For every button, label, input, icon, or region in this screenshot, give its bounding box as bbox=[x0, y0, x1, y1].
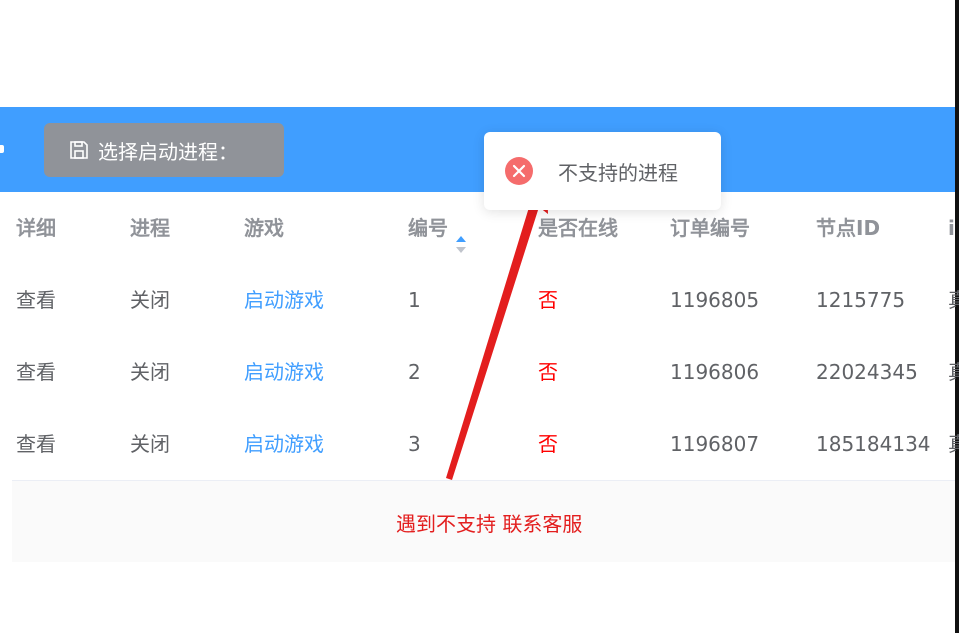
table-row: 查看 关闭 启动游戏 2 否 1196806 22024345 真 bbox=[12, 336, 959, 409]
detail-link[interactable]: 查看 bbox=[16, 408, 56, 480]
order-number: 1196806 bbox=[670, 360, 760, 384]
process-table: 详细 进程 游戏 编号 是否在线 订单编号 节点ID i 查看 关闭 启动游戏 … bbox=[12, 192, 959, 562]
error-toast: 不支持的进程 bbox=[484, 132, 721, 210]
row-extra: 真 bbox=[948, 288, 959, 312]
row-extra: 真 bbox=[948, 360, 959, 384]
order-number: 1196807 bbox=[670, 432, 760, 456]
select-process-label: 选择启动进程： bbox=[98, 139, 238, 164]
process-close[interactable]: 关闭 bbox=[130, 408, 170, 480]
node-id: 1215775 bbox=[816, 288, 906, 312]
process-close[interactable]: 关闭 bbox=[130, 336, 170, 408]
detail-link[interactable]: 查看 bbox=[16, 336, 56, 408]
toast-message: 不支持的进程 bbox=[558, 160, 678, 185]
header-node[interactable]: 节点ID bbox=[816, 192, 880, 264]
node-id: 22024345 bbox=[816, 360, 918, 384]
toolbar-edge-fragment bbox=[0, 145, 4, 153]
header-process[interactable]: 进程 bbox=[130, 192, 170, 264]
header-extra[interactable]: i bbox=[948, 192, 955, 264]
header-number[interactable]: 编号 bbox=[408, 192, 468, 264]
launch-game-link[interactable]: 启动游戏 bbox=[244, 264, 324, 336]
toolbar: 选择启动进程： bbox=[0, 107, 955, 192]
error-circle-icon bbox=[504, 156, 534, 186]
order-number: 1196805 bbox=[670, 288, 760, 312]
row-extra: 真 bbox=[948, 432, 959, 456]
table-row: 查看 关闭 启动游戏 1 否 1196805 1215775 真 bbox=[12, 264, 959, 337]
detail-link[interactable]: 查看 bbox=[16, 264, 56, 336]
header-game[interactable]: 游戏 bbox=[244, 192, 284, 264]
online-status: 否 bbox=[538, 288, 558, 312]
online-status: 否 bbox=[538, 360, 558, 384]
online-status: 否 bbox=[538, 432, 558, 456]
node-id: 185184134 bbox=[816, 432, 931, 456]
table-row: 查看 关闭 启动游戏 3 否 1196807 185184134 真 bbox=[12, 408, 959, 481]
header-detail[interactable]: 详细 bbox=[16, 192, 56, 264]
process-close[interactable]: 关闭 bbox=[130, 264, 170, 336]
select-process-button[interactable]: 选择启动进程： bbox=[44, 123, 284, 177]
save-icon bbox=[68, 139, 90, 161]
header-number-label: 编号 bbox=[408, 216, 448, 240]
row-number: 1 bbox=[408, 288, 421, 312]
sort-caret-icon[interactable] bbox=[454, 215, 468, 253]
row-number: 3 bbox=[408, 432, 421, 456]
launch-game-link[interactable]: 启动游戏 bbox=[244, 408, 324, 480]
launch-game-link[interactable]: 启动游戏 bbox=[244, 336, 324, 408]
annotation-note: 遇到不支持 联系客服 bbox=[396, 512, 583, 536]
row-number: 2 bbox=[408, 360, 421, 384]
